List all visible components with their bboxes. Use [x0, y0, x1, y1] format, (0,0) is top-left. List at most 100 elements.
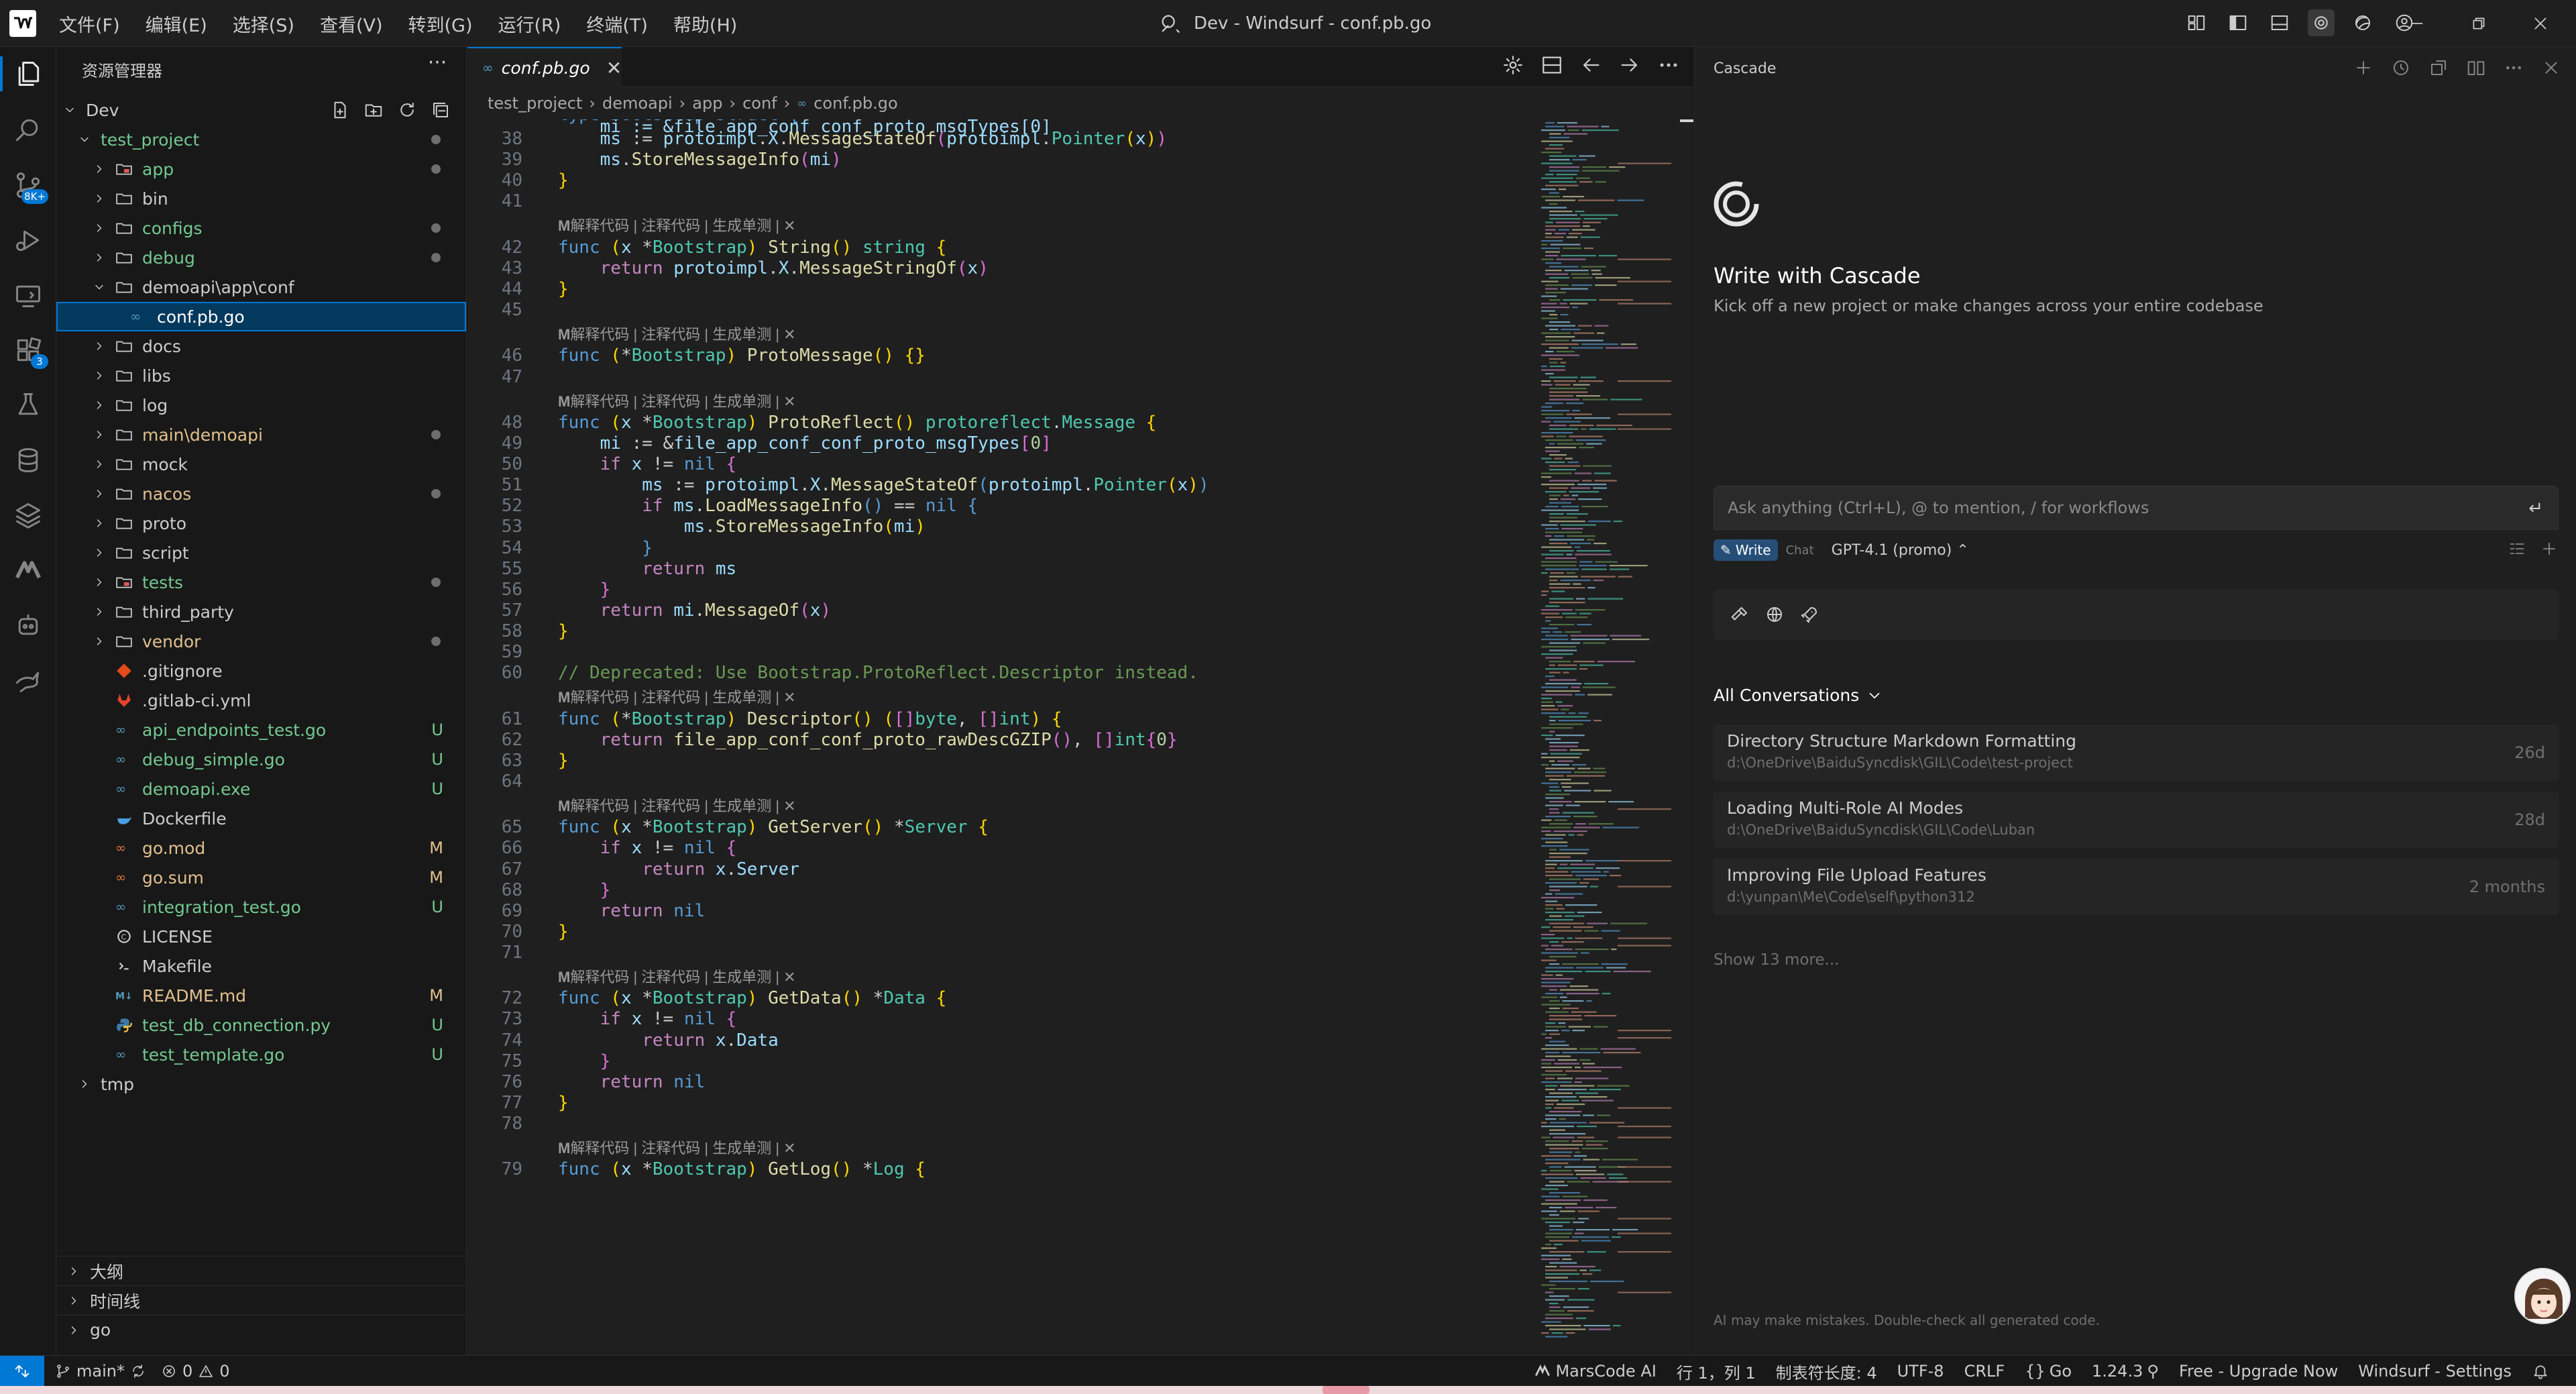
- source-control-icon[interactable]: 8K+: [8, 165, 48, 205]
- tree-folder[interactable]: demoapi\app\conf: [56, 272, 466, 302]
- breadcrumb-item[interactable]: app: [692, 94, 722, 113]
- remote-indicator-icon[interactable]: [0, 1356, 44, 1387]
- windsurf-settings[interactable]: Windsurf - Settings: [2358, 1362, 2512, 1381]
- menu-item[interactable]: 终端(T): [583, 7, 651, 41]
- menu-item[interactable]: 运行(R): [496, 7, 564, 41]
- tree-folder[interactable]: nacos: [56, 479, 466, 508]
- editor-scrollbar[interactable]: [1680, 119, 1693, 1355]
- tree-file[interactable]: ∞ api_endpoints_test.go U: [56, 715, 466, 745]
- tree-file[interactable]: test_db_connection.py U: [56, 1010, 466, 1040]
- kangaroo-icon[interactable]: [8, 660, 48, 700]
- split-editor-icon[interactable]: [1541, 54, 1563, 76]
- codelens-actions[interactable]: M解释代码 | 注释代码 | 生成单测 | ✕: [558, 214, 796, 235]
- tree-file[interactable]: ∞ debug_simple.go U: [56, 745, 466, 774]
- explorer-more-icon[interactable]: ···: [424, 53, 451, 78]
- all-conversations-dropdown[interactable]: All Conversations: [1714, 686, 1883, 705]
- conversation-item[interactable]: Loading Multi-Role AI Modes d:\OneDrive\…: [1714, 792, 2559, 848]
- menu-item[interactable]: 帮助(H): [671, 7, 740, 41]
- tree-folder[interactable]: tests: [56, 568, 466, 597]
- section-go[interactable]: go: [56, 1315, 466, 1344]
- close-panel-icon[interactable]: [2541, 58, 2561, 78]
- tree-file[interactable]: .gitlab-ci.yml: [56, 686, 466, 715]
- conversation-item[interactable]: Directory Structure Markdown Formatting …: [1714, 725, 2559, 781]
- minimap[interactable]: [1537, 119, 1678, 1355]
- codelens-actions[interactable]: M解释代码 | 注释代码 | 生成单测 | ✕: [558, 323, 796, 344]
- minimize-icon[interactable]: [2386, 0, 2448, 47]
- testing-icon[interactable]: [8, 385, 48, 425]
- tree-folder[interactable]: vendor: [56, 627, 466, 656]
- menu-item[interactable]: 选择(S): [230, 7, 297, 41]
- conversation-item[interactable]: Improving File Upload Features d:\yunpan…: [1714, 859, 2559, 915]
- tab-conf-pb-go[interactable]: ∞ conf.pb.go ✕: [467, 47, 622, 87]
- tree-folder[interactable]: libs: [56, 361, 466, 390]
- tree-file[interactable]: ∞ go.mod M: [56, 833, 466, 863]
- menu-item[interactable]: 查看(V): [317, 7, 386, 41]
- tree-file[interactable]: ∞ conf.pb.go: [56, 302, 466, 331]
- toggle-panel-icon[interactable]: [2266, 9, 2293, 36]
- model-selector[interactable]: GPT-4.1 (promo) ⌃: [1832, 542, 1969, 559]
- toggle-cascade-icon[interactable]: [2308, 9, 2335, 36]
- command-center[interactable]: Dev - Windsurf - conf.pb.go: [1159, 7, 1431, 40]
- open-in-editor-icon[interactable]: [2428, 58, 2449, 78]
- bell-icon[interactable]: [2532, 1362, 2549, 1380]
- go-version[interactable]: 1.24.3 ⚲: [2092, 1362, 2159, 1381]
- branch-indicator[interactable]: main*: [55, 1362, 146, 1381]
- history-icon[interactable]: [2391, 58, 2411, 78]
- windsurf-logo-icon[interactable]: [9, 10, 36, 37]
- breadcrumb-item[interactable]: demoapi: [602, 94, 673, 113]
- tree-file[interactable]: Dockerfile: [56, 804, 466, 833]
- restore-icon[interactable]: [2448, 0, 2510, 47]
- tree-folder[interactable]: script: [56, 538, 466, 568]
- tree-folder[interactable]: app: [56, 154, 466, 184]
- show-more-link[interactable]: Show 13 more...: [1714, 951, 1839, 969]
- database-icon[interactable]: [8, 440, 48, 480]
- toggle-primary-sidebar-icon[interactable]: [2225, 9, 2251, 36]
- close-window-icon[interactable]: [2510, 0, 2571, 47]
- layers-icon[interactable]: [8, 495, 48, 535]
- explorer-icon[interactable]: [0, 54, 48, 94]
- tree-root-dev[interactable]: Dev: [56, 95, 466, 125]
- tree-folder[interactable]: proto: [56, 508, 466, 538]
- tree-folder[interactable]: third_party: [56, 597, 466, 627]
- menu-item[interactable]: 编辑(E): [143, 7, 210, 41]
- tree-file[interactable]: Makefile: [56, 951, 466, 981]
- breadcrumb-item[interactable]: conf.pb.go: [814, 94, 897, 113]
- tree-folder[interactable]: test_project: [56, 125, 466, 154]
- go-forward-icon[interactable]: [1618, 54, 1641, 76]
- assistant-avatar[interactable]: [2514, 1268, 2571, 1324]
- refresh-icon[interactable]: [397, 100, 417, 120]
- run-debug-icon[interactable]: [8, 220, 48, 260]
- marscode-icon[interactable]: [8, 550, 48, 590]
- menu-item[interactable]: 转到(G): [406, 7, 475, 41]
- rocket-icon[interactable]: [1799, 604, 1819, 625]
- hammer-icon[interactable]: [1730, 604, 1750, 625]
- menu-item[interactable]: 文件(F): [56, 7, 123, 41]
- section-timeline[interactable]: 时间线: [56, 1285, 466, 1315]
- tree-file[interactable]: C LICENSE: [56, 922, 466, 951]
- tree-file[interactable]: M↓ README.md M: [56, 981, 466, 1010]
- tree-folder[interactable]: main\demoapi: [56, 420, 466, 449]
- marscode-status[interactable]: MarsCode AI: [1534, 1362, 1657, 1381]
- codelens-actions[interactable]: M解释代码 | 注释代码 | 生成单测 | ✕: [558, 390, 796, 411]
- add-context-icon[interactable]: [2540, 539, 2559, 558]
- new-file-icon[interactable]: [330, 100, 350, 120]
- tree-folder[interactable]: bin: [56, 184, 466, 213]
- end-of-line[interactable]: CRLF: [1964, 1362, 2005, 1381]
- tree-folder[interactable]: mock: [56, 449, 466, 479]
- tree-file[interactable]: .gitignore: [56, 656, 466, 686]
- rules-icon[interactable]: [2508, 539, 2526, 558]
- go-back-icon[interactable]: [1579, 54, 1602, 76]
- tree-folder[interactable]: tmp: [56, 1069, 466, 1099]
- tree-file[interactable]: ∞ test_template.go U: [56, 1040, 466, 1069]
- docs-icon[interactable]: [2466, 58, 2486, 78]
- tree-file[interactable]: ∞ go.sum M: [56, 863, 466, 892]
- breadcrumb-item[interactable]: conf: [742, 94, 777, 113]
- chat-mode-button[interactable]: Chat: [1786, 543, 1814, 557]
- copilot-icon[interactable]: [2349, 9, 2376, 36]
- codelens-actions[interactable]: M解释代码 | 注释代码 | 生成单测 | ✕: [558, 686, 796, 707]
- new-folder-icon[interactable]: [363, 100, 384, 120]
- search-view-icon[interactable]: [8, 110, 48, 150]
- submit-icon[interactable]: ↵: [2528, 498, 2543, 519]
- encoding[interactable]: UTF-8: [1897, 1362, 1944, 1381]
- cascade-input[interactable]: Ask anything (Ctrl+L), @ to mention, / f…: [1714, 486, 2559, 530]
